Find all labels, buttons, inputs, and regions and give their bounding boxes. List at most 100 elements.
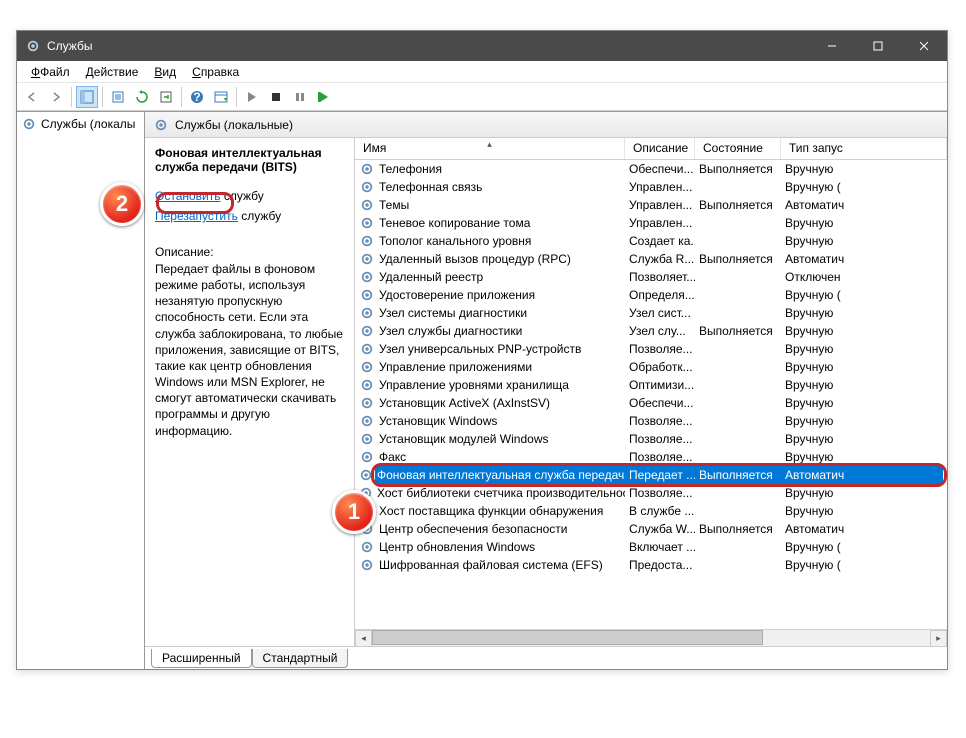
show-hide-tree-button[interactable]: [76, 86, 98, 108]
list-header-label: Службы (локальные): [175, 118, 293, 132]
pause-service-button[interactable]: [289, 86, 311, 108]
service-row[interactable]: Управление уровнями хранилищаОптимизи...…: [355, 376, 947, 394]
tree-root[interactable]: Службы (локалы: [17, 114, 144, 134]
service-name: Факс: [379, 450, 406, 464]
service-type: Вручную (: [781, 180, 947, 194]
service-name: Хост поставщика функции обнаружения: [379, 504, 603, 518]
service-name: Удостоверение приложения: [379, 288, 535, 302]
service-row[interactable]: Установщик WindowsПозволяе...Вручную: [355, 412, 947, 430]
back-button[interactable]: [21, 86, 43, 108]
col-name[interactable]: Имя▴: [355, 138, 625, 159]
view-tabs: Расширенный Стандартный: [145, 647, 947, 669]
tab-extended[interactable]: Расширенный: [151, 649, 252, 668]
service-row[interactable]: Хост библиотеки счетчика производительно…: [355, 484, 947, 502]
properties-button[interactable]: [107, 86, 129, 108]
service-type: Вручную: [781, 216, 947, 230]
service-name: Узел универсальных PNP-устройств: [379, 342, 581, 356]
service-row[interactable]: Узел службы диагностикиУзел слу...Выполн…: [355, 322, 947, 340]
service-desc: Создает ка...: [625, 234, 695, 248]
service-row[interactable]: ТемыУправлен...ВыполняетсяАвтоматич: [355, 196, 947, 214]
service-name: Хост библиотеки счетчика производительно…: [377, 486, 625, 500]
gear-icon: [359, 251, 375, 267]
export-button[interactable]: [155, 86, 177, 108]
service-row[interactable]: Удостоверение приложения Определя... Вручн…: [355, 286, 947, 304]
scroll-track[interactable]: [372, 630, 930, 647]
forward-button[interactable]: [45, 86, 67, 108]
service-type: Автоматич: [781, 252, 947, 266]
detail-pane: Фоновая интеллектуальная служба передачи…: [145, 138, 355, 646]
service-name: Телефонная связь: [379, 180, 482, 194]
minimize-button[interactable]: [809, 31, 855, 61]
service-row[interactable]: Установщик модулей WindowsПозволяе...Вру…: [355, 430, 947, 448]
restart-service-button[interactable]: [313, 86, 335, 108]
col-status[interactable]: Состояние: [695, 138, 781, 159]
sort-asc-icon: ▴: [487, 139, 492, 150]
menu-view[interactable]: Вид: [146, 63, 184, 81]
gear-icon: [359, 233, 375, 249]
service-desc: Определя...: [625, 288, 695, 302]
window-title: Службы: [47, 39, 809, 53]
description-text: Передает файлы в фоновом режиме работы, …: [155, 261, 344, 439]
gear-icon: [153, 117, 169, 133]
service-name: Центр обеспечения безопасности: [379, 522, 568, 536]
service-row[interactable]: Тополог канального уровняСоздает ка...Вр…: [355, 232, 947, 250]
stop-service-button[interactable]: [265, 86, 287, 108]
service-type: Автоматич: [781, 522, 947, 536]
menubar: ФФайл Действие Вид Справка: [17, 61, 947, 83]
menu-action[interactable]: Действие: [78, 63, 147, 81]
close-button[interactable]: [901, 31, 947, 61]
service-rows: ТелефонияОбеспечи...ВыполняетсяВручнуюТе…: [355, 160, 947, 629]
service-desc: Узел сист...: [625, 306, 695, 320]
service-type: Вручную: [781, 486, 947, 500]
service-row[interactable]: Управление приложениямиОбработк...Вручну…: [355, 358, 947, 376]
service-row[interactable]: Хост поставщика функции обнаруженияВ слу…: [355, 502, 947, 520]
refresh-button[interactable]: [131, 86, 153, 108]
gear-icon: [359, 449, 375, 465]
service-desc: Управлен...: [625, 198, 695, 212]
maximize-button[interactable]: [855, 31, 901, 61]
service-type: Вручную: [781, 504, 947, 518]
service-row[interactable]: Узел системы диагностикиУзел сист...Вруч…: [355, 304, 947, 322]
titlebar[interactable]: Службы: [17, 31, 947, 61]
service-row[interactable]: Установщик ActiveX (AxInstSV)Обеспечи...…: [355, 394, 947, 412]
gear-icon: [359, 341, 375, 357]
gear-icon: [359, 395, 375, 411]
service-row[interactable]: Центр обновления WindowsВключает ...Вруч…: [355, 538, 947, 556]
scroll-thumb[interactable]: [372, 630, 763, 645]
service-status: Выполняется: [695, 252, 781, 266]
scroll-left-button[interactable]: ◂: [355, 630, 372, 647]
scroll-right-button[interactable]: ▸: [930, 630, 947, 647]
tab-standard[interactable]: Стандартный: [252, 649, 349, 668]
service-status: Выполняется: [695, 198, 781, 212]
service-type: Вручную (: [781, 288, 947, 302]
service-row[interactable]: Узел универсальных PNP-устройствПозволяе…: [355, 340, 947, 358]
col-desc[interactable]: Описание: [625, 138, 695, 159]
service-row[interactable]: ТелефонияОбеспечи...ВыполняетсяВручную: [355, 160, 947, 178]
service-row[interactable]: Удаленный реестрПозволяет...Отключен: [355, 268, 947, 286]
menu-help[interactable]: Справка: [184, 63, 247, 81]
gear-icon: [21, 116, 37, 132]
menu-file[interactable]: ФФайл: [23, 63, 78, 81]
col-startup-type[interactable]: Тип запус: [781, 138, 947, 159]
annotation-badge-2: 2: [100, 182, 144, 226]
service-name: Узел службы диагностики: [379, 324, 522, 338]
service-row[interactable]: Центр обеспечения безопасностиСлужба W..…: [355, 520, 947, 538]
gear-icon: [359, 323, 375, 339]
services-window: Службы ФФайл Действие Вид Справка ? Служ: [16, 30, 948, 670]
service-row[interactable]: Телефонная связьУправлен...Вручную (: [355, 178, 947, 196]
service-row[interactable]: Фоновая интеллектуальная служба передачи…: [355, 466, 947, 484]
start-service-button[interactable]: [241, 86, 263, 108]
service-type: Вручную: [781, 342, 947, 356]
gear-icon: [359, 197, 375, 213]
service-row[interactable]: Шифрованная файловая система (EFS)Предос…: [355, 556, 947, 574]
list-button[interactable]: [210, 86, 232, 108]
restart-link[interactable]: Перезапустить: [155, 209, 238, 223]
service-row[interactable]: Теневое копирование томаУправлен...Вручн…: [355, 214, 947, 232]
hscrollbar[interactable]: ◂ ▸: [355, 629, 947, 646]
gear-icon: [359, 539, 375, 555]
service-row[interactable]: Удаленный вызов процедур (RPC)Служба R..…: [355, 250, 947, 268]
stop-link[interactable]: Остановить: [155, 189, 221, 203]
right-pane: Службы (локальные) Фоновая интеллектуаль…: [145, 112, 947, 669]
service-row[interactable]: ФаксПозволяе...Вручную: [355, 448, 947, 466]
help-button[interactable]: ?: [186, 86, 208, 108]
